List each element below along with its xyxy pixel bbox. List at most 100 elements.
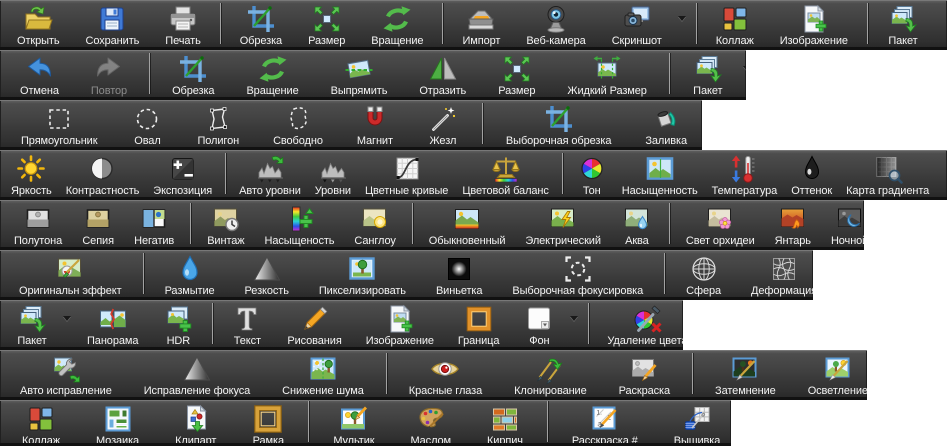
select-oval-button[interactable]: Овал — [114, 100, 180, 147]
blur-button[interactable]: Размытие — [150, 250, 230, 297]
colorize-button[interactable]: Раскраска — [603, 350, 686, 397]
background-button[interactable]: Фон — [511, 300, 567, 347]
fill-button[interactable]: Заливка — [628, 100, 702, 147]
pixelate-button[interactable]: Пикселизировать — [304, 250, 421, 297]
negative-button[interactable]: Негатив — [124, 200, 184, 247]
sepia-button[interactable]: Сепия — [72, 200, 124, 247]
brightness-button[interactable]: Яркость — [4, 150, 59, 197]
cartoon-button[interactable]: Мультик — [315, 400, 392, 443]
resize-button[interactable]: Размер — [295, 0, 358, 47]
button-label: Клонирование — [514, 385, 587, 397]
batch-button[interactable]: Пакет — [4, 300, 60, 347]
rotate-button[interactable]: Вращение — [358, 0, 436, 47]
draw-button[interactable]: Рисования — [275, 300, 353, 347]
resize-button[interactable]: Размер — [482, 50, 551, 97]
halftone-button[interactable]: Полутона — [4, 200, 72, 247]
batch-button[interactable]: Пакет — [676, 50, 740, 97]
vignette-button[interactable]: Виньетка — [421, 250, 497, 297]
select-freehand-button[interactable]: Свободно — [256, 100, 340, 147]
crop-button[interactable]: Обрезка — [227, 0, 295, 47]
sphere-button[interactable]: Сфера — [671, 250, 736, 297]
batch-dropdown-arrow[interactable] — [63, 316, 71, 321]
auto-fix-button[interactable]: Авто исправление — [4, 350, 128, 397]
background-dropdown-arrow[interactable] — [570, 316, 578, 321]
mosaic-button[interactable]: Мозаика — [78, 400, 157, 443]
print-button[interactable]: Печать — [152, 0, 213, 47]
focus-fix-button[interactable]: Исправление фокуса — [128, 350, 266, 397]
wand-button[interactable]: Жезл — [410, 100, 476, 147]
webcam-button[interactable]: Веб-камера — [513, 0, 598, 47]
sharpen-button[interactable]: Резкость — [230, 250, 304, 297]
batch-button[interactable]: Пакет — [874, 0, 932, 47]
paint-numbers-icon: 1.23. — [589, 403, 621, 435]
add-image-button[interactable]: Изображение — [354, 300, 446, 347]
open-button[interactable]: Открыть — [4, 0, 73, 47]
paint-by-numbers-button[interactable]: 1.23.Расскраска # — [554, 400, 656, 443]
color-curves-button[interactable]: Цветные кривые — [358, 150, 455, 197]
import-button[interactable]: Импорт — [449, 0, 513, 47]
hue-button[interactable]: Тон — [569, 150, 615, 197]
embroidery-button[interactable]: Вышивка — [656, 400, 731, 443]
screenshot-button[interactable]: Скриншот — [599, 0, 675, 47]
flip-button[interactable]: Отразить — [403, 50, 482, 97]
color-removal-button[interactable]: Удаление цвета — [595, 300, 683, 347]
color-balance-button[interactable]: Цветовой баланс — [455, 150, 555, 197]
undo-button[interactable]: Отмена — [4, 50, 75, 97]
button-label: Вращение — [246, 85, 298, 97]
aqua-button[interactable]: Аква — [611, 200, 663, 247]
sepia-icon — [82, 203, 114, 235]
select-rectangle-button[interactable]: Прямоугольник — [4, 100, 114, 147]
brick-button[interactable]: Кирпич — [469, 400, 541, 443]
select-polygon-button[interactable]: Полигон — [180, 100, 256, 147]
clone-button[interactable]: Клонирование — [498, 350, 603, 397]
hdr-button[interactable]: HDR — [150, 300, 206, 347]
electric-button[interactable]: Электрический — [515, 200, 610, 247]
collage-button[interactable]: Коллаж — [703, 0, 767, 47]
panorama-button[interactable]: Панорама — [75, 300, 150, 347]
redo-button[interactable]: Повтор — [75, 50, 143, 97]
red-eye-button[interactable]: Красные глаза — [393, 350, 498, 397]
original-effect-button[interactable]: Оригинальн эффект — [4, 250, 137, 297]
selective-focus-button[interactable]: Выборочная фокусировка — [497, 250, 658, 297]
clipart-button[interactable]: Клипарт — [157, 400, 234, 443]
magnet-button[interactable]: Магнит — [340, 100, 410, 147]
contrast-button[interactable]: Контрастность — [59, 150, 147, 197]
levels-button[interactable]: Уровни — [308, 150, 358, 197]
ordinary-button[interactable]: Обыкновенный — [419, 200, 516, 247]
pixelate-icon — [346, 253, 378, 285]
auto-levels-button[interactable]: Авто уровни — [232, 150, 308, 197]
selective-crop-button[interactable]: Выборочная обрезка — [489, 100, 628, 147]
save-button[interactable]: Сохранить — [73, 0, 153, 47]
frame-button[interactable]: Рамка — [234, 400, 302, 443]
lighten-button[interactable]: Осветление — [792, 350, 867, 397]
button-label: Авто уровни — [239, 185, 301, 197]
temperature-button[interactable]: Температура — [705, 150, 785, 197]
text-button[interactable]: Текст — [219, 300, 275, 347]
screenshot-dropdown-arrow[interactable] — [678, 16, 686, 21]
crop-button[interactable]: Обрезка — [156, 50, 230, 97]
saturation-button[interactable]: Насыщенность — [615, 150, 705, 197]
darken-button[interactable]: Затемнение — [699, 350, 792, 397]
oil-button[interactable]: Маслом — [392, 400, 469, 443]
rotate-button[interactable]: Вращение — [230, 50, 314, 97]
saturation-boost-button[interactable]: Насыщеность — [255, 200, 345, 247]
amber-button[interactable]: Янтарь — [765, 200, 821, 247]
collage-button[interactable]: Коллаж — [4, 400, 78, 443]
border-button[interactable]: Граница — [446, 300, 512, 347]
denoise-button[interactable]: Снижение шума — [266, 350, 380, 397]
image-add-icon — [798, 3, 830, 35]
gradient-map-button[interactable]: Карта градиента — [839, 150, 936, 197]
straighten-button[interactable]: Выпрямить — [315, 50, 404, 97]
batch-dropdown-arrow[interactable] — [743, 66, 746, 71]
button-label: Полутона — [14, 235, 62, 247]
vintage-button[interactable]: Винтаж — [197, 200, 254, 247]
exposure-button[interactable]: Экспозиция — [146, 150, 219, 197]
add-image-button[interactable]: Изображение — [767, 0, 861, 47]
deform-button[interactable]: Деформация — [736, 250, 813, 297]
tint-button[interactable]: Оттенок — [784, 150, 839, 197]
liquid-resize-button[interactable]: Жидкий Размер — [551, 50, 662, 97]
sunglow-button[interactable]: Санглоу — [344, 200, 405, 247]
night-button[interactable]: Ночной — [821, 200, 864, 247]
orchid-light-button[interactable]: Свет орхидеи — [676, 200, 765, 247]
screenshot-icon — [621, 3, 653, 35]
